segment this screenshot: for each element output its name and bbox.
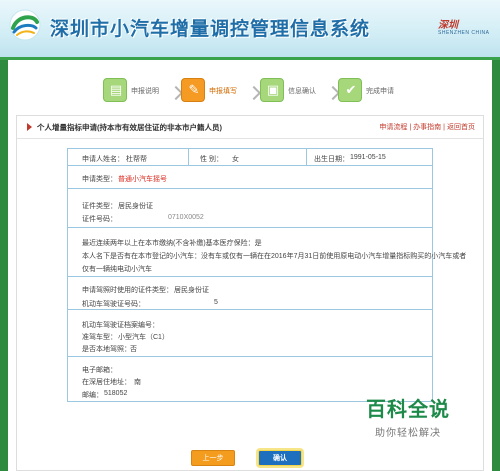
vehicle-question-cont: 仅有一辆纯电动小汽车: [82, 266, 152, 273]
logo-sub: SHENZHEN CHINA: [438, 30, 490, 36]
birthdate-value: 1991-05-15: [350, 154, 386, 161]
id-no-fragment: 0710X0052: [168, 214, 204, 221]
class-label: 准驾车型：: [82, 334, 117, 341]
step-3-label: 信息确认: [288, 88, 316, 95]
divider: [306, 149, 307, 165]
shenzhen-logo: 深圳 SHENZHEN CHINA: [434, 14, 490, 40]
pencil-edit-icon: ✎: [181, 78, 205, 102]
panel-header: 个人增量指标申请(持本市有效居住证的非本市户籍人员) 申请流程 | 办事指南 | 返回首…: [17, 116, 483, 139]
id-type-value: 居民身份证: [118, 203, 153, 210]
local-license-value: 否: [130, 346, 137, 353]
drive-id-type-label: 申请驾照时使用的证件类型：: [82, 287, 173, 294]
gender-value: 女: [232, 156, 239, 163]
apply-type-value: 普通小汽车摇号: [118, 176, 167, 183]
class-value: 小型汽车（C1）: [118, 334, 169, 341]
prev-button[interactable]: 上一步: [191, 450, 235, 466]
apply-type-section: 申请类型： 普通小汽车摇号: [67, 165, 433, 189]
apply-type-label: 申请类型：: [82, 176, 117, 183]
checkmark-icon: ✔: [338, 78, 362, 102]
id-section: 证件类型： 居民身份证 证件号码： 0710X0052: [67, 188, 433, 228]
license-id-section: 申请驾照时使用的证件类型： 居民身份证 机动车驾驶证号码： 5: [67, 276, 433, 310]
watermark-subtitle: 助你轻松解决: [375, 428, 441, 439]
drive-id-type-value: 居民身份证: [174, 287, 209, 294]
link-guide[interactable]: 办事指南: [413, 124, 441, 131]
panel-marker-icon: [27, 123, 32, 131]
insurance-question: 最近连续两年以上在本市缴纳(不含补缴)基本医疗保险：是: [82, 240, 262, 247]
step-4-label: 完成申请: [366, 88, 394, 95]
birthdate-label: 出生日期：: [314, 156, 349, 163]
qualification-section: 最近连续两年以上在本市缴纳(不含补缴)基本医疗保险：是 本人名下是否有在本市登记…: [67, 227, 466, 277]
email-label: 电子邮箱：: [82, 367, 117, 374]
address-label: 在深居住地址：: [82, 379, 131, 386]
vehicle-question: 本人名下是否有在本市登记的小汽车：没有车或仅有一辆在在2016年7月31日前使用…: [82, 253, 467, 260]
document-check-icon: ▤: [103, 78, 127, 102]
postcode-label: 邮编：: [82, 392, 103, 399]
watermark-title: 百科全说: [366, 399, 450, 421]
confirm-button[interactable]: 确认: [258, 450, 302, 466]
step-2-label: 申报填写: [209, 88, 237, 95]
name-value: 杜帮帮: [126, 156, 147, 163]
id-no-label: 证件号码：: [82, 216, 117, 223]
divider: [188, 149, 189, 165]
step-arrow-icon: [246, 85, 262, 101]
license-no-value: 5: [214, 299, 218, 306]
postcode-value: 518052: [104, 390, 128, 397]
page-title: 深圳市小汽车增量调控管理信息系统: [50, 18, 371, 40]
link-apply-process[interactable]: 申请流程: [379, 124, 407, 131]
file-no-label: 机动车驾驶证档案编号：: [82, 322, 159, 329]
main-content: ▤ 申报说明 ✎ 申报填写 ▣ 信息确认 ✔ 完成申请 个人增量指标申请(持本市…: [8, 60, 492, 471]
form-confirm-icon: ▣: [260, 78, 284, 102]
basic-info-section: 申请人姓名： 杜帮帮 性 别： 女 出生日期： 1991-05-15: [67, 148, 433, 166]
watermark: 百科全说 助你轻松解决: [366, 393, 450, 439]
license-no-label: 机动车驾驶证号码：: [82, 301, 145, 308]
site-header: 深圳市小汽车增量调控管理信息系统 深圳 SHENZHEN CHINA: [0, 0, 500, 60]
logo-brand: 深圳: [438, 20, 458, 31]
panel-links: 申请流程 | 办事指南 | 返回首页: [379, 124, 475, 131]
name-label: 申请人姓名：: [82, 156, 124, 163]
link-home[interactable]: 返回首页: [447, 124, 475, 131]
step-1-label: 申报说明: [131, 88, 159, 95]
license-file-section: 机动车驾驶证档案编号： 准驾车型： 小型汽车（C1） 是否本地驾照： 否: [67, 309, 433, 357]
panel-title: 个人增量指标申请(持本市有效居住证的非本市户籍人员): [37, 123, 222, 132]
swirl-logo-icon: [9, 9, 41, 41]
progress-steps: ▤ 申报说明 ✎ 申报填写 ▣ 信息确认 ✔ 完成申请: [8, 78, 492, 106]
address-value: 南: [134, 379, 141, 386]
id-no-value: 0710X0052: [168, 214, 204, 221]
gender-label: 性 别：: [200, 156, 223, 163]
local-license-label: 是否本地驾照：: [82, 346, 131, 353]
id-type-label: 证件类型：: [82, 203, 117, 210]
